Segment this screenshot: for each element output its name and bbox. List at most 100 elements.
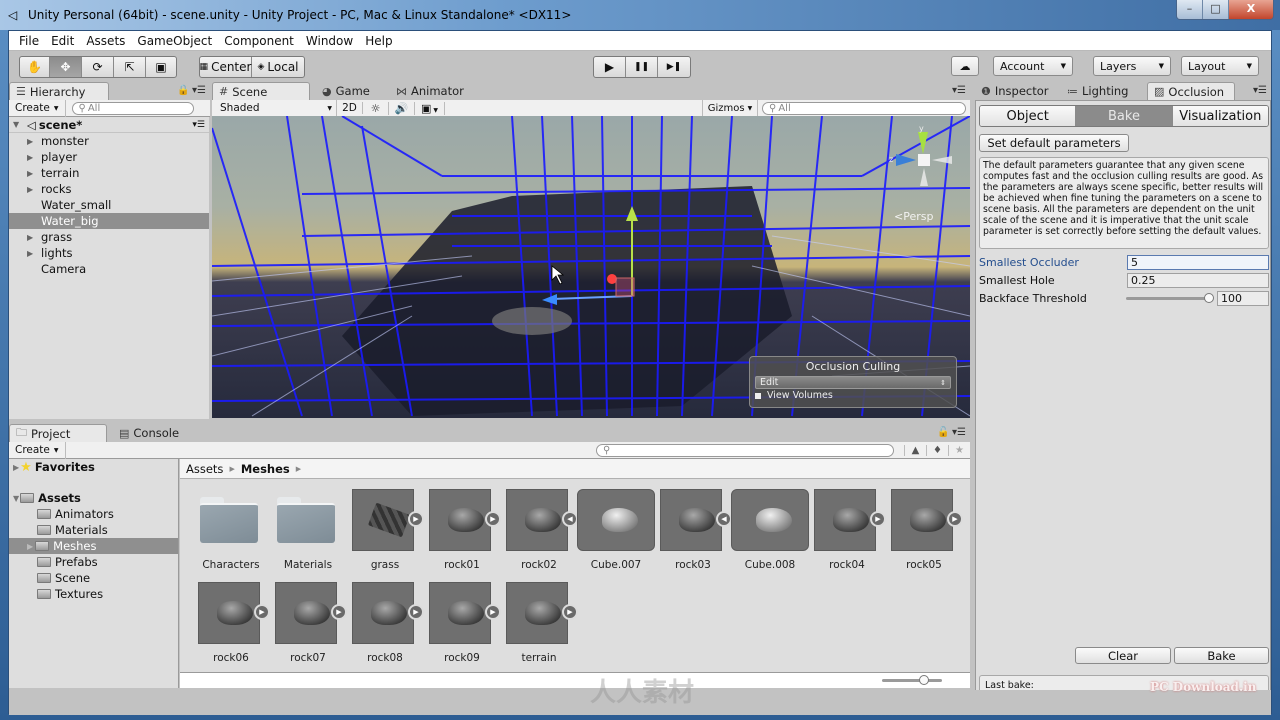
- account-dropdown[interactable]: Account ▼: [993, 56, 1073, 76]
- asset-item[interactable]: ▶ rock09: [423, 582, 501, 672]
- asset-item[interactable]: ▶ rock08: [346, 582, 424, 672]
- scale-tool-button[interactable]: ⇱: [114, 57, 146, 77]
- expand-asset-icon[interactable]: ▶: [485, 604, 501, 620]
- tab-hierarchy[interactable]: ☰ Hierarchy: [9, 82, 109, 100]
- hierarchy-item[interactable]: ▶ grass: [9, 229, 209, 245]
- tab-game[interactable]: ◕ Game: [310, 82, 390, 100]
- panel-menu-icon[interactable]: ▾☰: [192, 85, 206, 96]
- lock-icon[interactable]: 🔒: [177, 85, 189, 96]
- menu-window[interactable]: Window: [300, 34, 359, 48]
- hierarchy-item-selected[interactable]: Water_big: [9, 213, 209, 229]
- view-volumes-toggle[interactable]: View Volumes: [755, 390, 951, 401]
- expand-asset-icon[interactable]: ▶: [562, 604, 578, 620]
- create-dropdown[interactable]: Create ▼: [9, 99, 66, 117]
- panel-menu-icon[interactable]: ▾☰: [952, 427, 966, 438]
- close-button[interactable]: X: [1229, 0, 1273, 19]
- set-default-parameters-button[interactable]: Set default parameters: [979, 134, 1129, 152]
- maximize-button[interactable]: □: [1203, 0, 1229, 19]
- backface-threshold-input[interactable]: 100: [1217, 291, 1269, 306]
- folder-item[interactable]: Animators: [9, 506, 178, 522]
- hierarchy-item[interactable]: ▶ lights: [9, 245, 209, 261]
- asset-item[interactable]: Cube.008: [731, 489, 809, 579]
- tab-animator[interactable]: ⋈ Animator: [390, 82, 490, 100]
- expand-asset-icon[interactable]: ▶: [408, 511, 424, 527]
- step-button[interactable]: ▶❚: [658, 57, 690, 77]
- expand-asset-icon[interactable]: ▶: [947, 511, 963, 527]
- occlusion-mode-dropdown[interactable]: Edit ⇕: [755, 376, 951, 389]
- 2d-toggle[interactable]: 2D: [337, 102, 363, 114]
- expand-asset-icon[interactable]: ▶: [870, 511, 886, 527]
- bake-button[interactable]: Bake: [1174, 647, 1269, 664]
- segment-bake[interactable]: Bake: [1076, 106, 1173, 126]
- asset-item[interactable]: ▶ rock07: [269, 582, 347, 672]
- folder-item-selected[interactable]: ▶ Meshes: [9, 538, 178, 554]
- move-tool-button[interactable]: ✥: [50, 57, 82, 77]
- asset-item[interactable]: ▶ rock05: [885, 489, 963, 579]
- menu-assets[interactable]: Assets: [80, 34, 131, 48]
- asset-item[interactable]: ▶ grass: [346, 489, 424, 579]
- asset-item[interactable]: Materials: [269, 489, 347, 579]
- folder-item[interactable]: Textures: [9, 586, 178, 602]
- rect-tool-button[interactable]: ▣: [146, 57, 176, 77]
- persp-toggle[interactable]: <Persp: [894, 210, 933, 223]
- smallest-hole-input[interactable]: 0.25: [1127, 273, 1269, 288]
- asset-item[interactable]: ▶ rock06: [192, 582, 270, 672]
- rotate-tool-button[interactable]: ⟳: [82, 57, 114, 77]
- expand-asset-icon[interactable]: ▶: [254, 604, 270, 620]
- layers-dropdown[interactable]: Layers ▼: [1093, 56, 1171, 76]
- segment-visualization[interactable]: Visualization: [1172, 106, 1268, 126]
- lighting-toggle[interactable]: ☼: [363, 101, 389, 115]
- tab-project[interactable]: 🗀 Project: [9, 424, 107, 442]
- filter-by-label-button[interactable]: ♦: [926, 444, 948, 456]
- collapse-asset-icon[interactable]: ◀: [562, 511, 578, 527]
- thumbnail-size-slider[interactable]: [882, 679, 942, 682]
- project-search-input[interactable]: ⚲: [596, 443, 894, 457]
- hand-tool-button[interactable]: ✋: [20, 57, 50, 77]
- asset-item[interactable]: Characters: [192, 489, 270, 579]
- hierarchy-item[interactable]: Camera: [9, 261, 209, 277]
- hierarchy-item[interactable]: ▶ rocks: [9, 181, 209, 197]
- menu-help[interactable]: Help: [359, 34, 398, 48]
- scene-viewport[interactable]: y z <Persp Occlusion Culling Edit ⇕ View …: [212, 116, 970, 418]
- tab-inspector[interactable]: ❶ Inspector: [975, 82, 1055, 100]
- audio-toggle[interactable]: 🔊: [389, 101, 415, 115]
- menu-edit[interactable]: Edit: [45, 34, 80, 48]
- effects-dropdown[interactable]: ▣ ▼: [415, 101, 445, 115]
- asset-item[interactable]: ▶ rock01: [423, 489, 501, 579]
- slider-thumb[interactable]: [919, 675, 929, 685]
- menu-gameobject[interactable]: GameObject: [131, 34, 218, 48]
- panel-menu-icon[interactable]: ▾☰: [952, 85, 966, 96]
- minimize-button[interactable]: –: [1177, 0, 1203, 19]
- cloud-button[interactable]: ☁: [951, 56, 979, 76]
- segment-object[interactable]: Object: [980, 106, 1077, 126]
- tab-scene[interactable]: # Scene: [212, 82, 310, 100]
- pause-button[interactable]: ❚❚: [626, 57, 658, 77]
- expand-asset-icon[interactable]: ▶: [331, 604, 347, 620]
- favorites-button[interactable]: ★: [948, 444, 970, 456]
- menu-component[interactable]: Component: [218, 34, 300, 48]
- hierarchy-item[interactable]: Water_small: [9, 197, 209, 213]
- lock-icon[interactable]: 🔓: [937, 427, 949, 438]
- hierarchy-item[interactable]: ▶ player: [9, 149, 209, 165]
- collapse-asset-icon[interactable]: ◀: [716, 511, 732, 527]
- hierarchy-item[interactable]: ▶ monster: [9, 133, 209, 149]
- filter-by-type-button[interactable]: ▲: [904, 444, 926, 456]
- asset-item[interactable]: ▶ rock04: [808, 489, 886, 579]
- menu-file[interactable]: File: [13, 34, 45, 48]
- folder-item[interactable]: Scene: [9, 570, 178, 586]
- slider-thumb[interactable]: [1203, 293, 1214, 303]
- smallest-occluder-input[interactable]: 5: [1127, 255, 1269, 270]
- shading-dropdown[interactable]: Shaded ▼: [212, 99, 337, 117]
- space-local-button[interactable]: ◈ Local: [252, 57, 304, 77]
- clear-button[interactable]: Clear: [1075, 647, 1171, 664]
- orientation-gizmo[interactable]: y z <Persp: [888, 124, 958, 223]
- create-dropdown[interactable]: Create ▼: [9, 441, 66, 459]
- favorites-item[interactable]: ▶ ★ Favorites: [9, 459, 178, 475]
- expand-asset-icon[interactable]: ▶: [408, 604, 424, 620]
- tab-console[interactable]: ▤ Console: [107, 424, 187, 442]
- asset-item[interactable]: ◀ rock03: [654, 489, 732, 579]
- breadcrumb-meshes[interactable]: Meshes: [241, 462, 290, 476]
- assets-root-item[interactable]: ▼ Assets: [9, 490, 178, 506]
- tab-occlusion[interactable]: ▨ Occlusion: [1147, 82, 1235, 100]
- hierarchy-item[interactable]: ▶ terrain: [9, 165, 209, 181]
